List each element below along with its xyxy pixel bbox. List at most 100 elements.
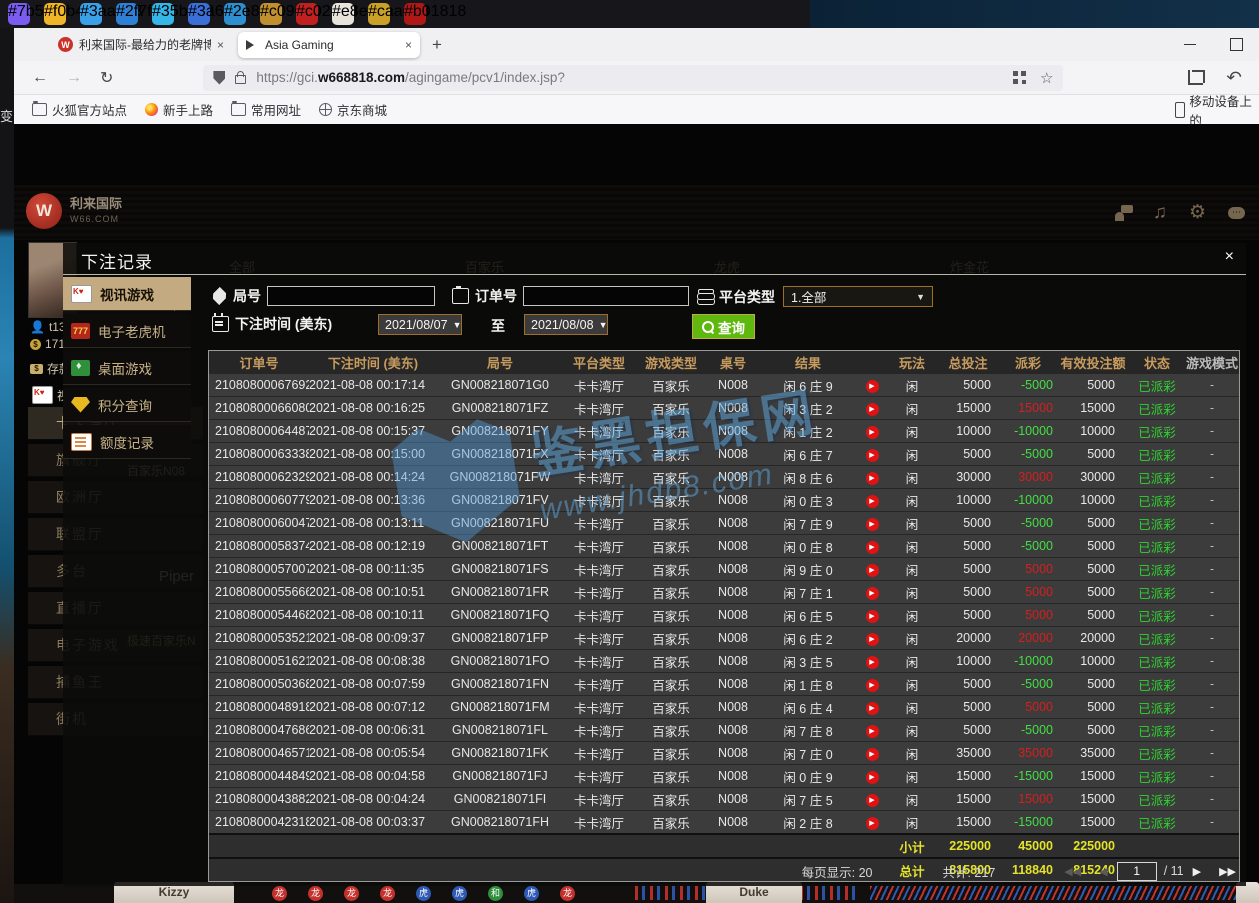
bookmark-item-mobile[interactable]: 移动设备上的 — [1175, 91, 1259, 129]
music-icon[interactable]: ♫ — [1153, 202, 1167, 224]
last-page-button[interactable]: ▶▶ — [1219, 865, 1236, 878]
search-button[interactable]: 查询 — [692, 314, 755, 339]
play-video-button[interactable]: ▶ — [866, 380, 879, 393]
platform-icon — [698, 289, 713, 305]
date-to-select[interactable]: 2021/08/08 ▼ — [524, 314, 608, 335]
dialog-menu-item[interactable]: 视讯游戏 — [63, 277, 191, 311]
table-cell: 210808000556665 — [209, 585, 309, 599]
date-from-select[interactable]: 2021/08/07 ▼ — [378, 314, 462, 335]
play-video-button[interactable]: ▶ — [866, 610, 879, 623]
bookmark-item[interactable]: 新手上路 — [145, 100, 213, 119]
site-logo[interactable]: W 利来国际 W66.COM — [26, 193, 122, 229]
dialog-menu-item[interactable]: 电子老虎机 — [63, 314, 191, 348]
back-button[interactable]: ← — [32, 69, 48, 87]
desktop-app-icon[interactable]: #3aa0e8 — [80, 3, 102, 25]
play-video-button[interactable]: ▶ — [866, 541, 879, 554]
table-cell: 210808000623292 — [209, 470, 309, 484]
play-video-button[interactable]: ▶ — [866, 702, 879, 715]
desktop-app-icon[interactable]: #7b5cf0 — [8, 3, 30, 25]
new-tab-button[interactable]: + — [432, 35, 442, 55]
desktop-app-icon[interactable]: #e8e4dc — [332, 3, 354, 25]
url-prefix: https://gci. — [256, 70, 318, 85]
url-bar[interactable]: https://gci.w668818.com/agingame/pcv1/in… — [203, 65, 1063, 91]
desktop-app-icon[interactable]: #2e8fd0 — [224, 3, 246, 25]
platform-select[interactable]: 1.全部 ▼ — [783, 286, 933, 307]
desktop-app-icon[interactable]: #2f7fd4 — [116, 3, 138, 25]
window-minimize-button[interactable] — [1184, 44, 1196, 46]
bookmark-item[interactable]: 京东商城 — [319, 100, 387, 119]
table-cell: 2021-08-08 00:07:12 — [309, 700, 437, 714]
play-video-button[interactable]: ▶ — [866, 449, 879, 462]
reload-button[interactable]: ↻ — [100, 68, 113, 88]
play-video-button[interactable]: ▶ — [866, 403, 879, 416]
table-cell: N008 — [707, 746, 759, 760]
table-cell: 已派彩 — [1129, 468, 1185, 487]
desktop-app-icon[interactable]: #b01818 — [404, 3, 426, 25]
dialog-menu-item[interactable]: 额度记录 — [63, 425, 191, 459]
dialog-menu-item[interactable]: 积分查询 — [63, 388, 191, 422]
screenshot-icon[interactable] — [1188, 70, 1203, 85]
desktop-app-icon[interactable]: #3a6fd8 — [188, 3, 210, 25]
forward-button[interactable]: → — [66, 69, 82, 87]
dialog-menu-item[interactable]: 桌面游戏 — [63, 351, 191, 385]
customer-service-icon[interactable] — [1115, 205, 1131, 221]
table-cell: - — [1185, 424, 1239, 438]
table-cell: 已派彩 — [1129, 491, 1185, 510]
table-cell: - — [1185, 700, 1239, 714]
desktop-app-icon[interactable]: #35b5e8 — [152, 3, 174, 25]
table-row: 2108080005036802021-08-08 00:07:59GN0082… — [209, 672, 1239, 695]
page-number-input[interactable]: 1 — [1117, 862, 1157, 881]
chat-bubble-icon[interactable]: ⋯ — [1228, 207, 1245, 219]
lock-icon[interactable] — [235, 75, 246, 84]
table-cell: 5000 — [937, 700, 999, 714]
tab-close-icon[interactable]: × — [405, 38, 412, 52]
table-cell: 卡卡湾厅 — [563, 675, 635, 694]
close-icon[interactable]: × — [1225, 248, 1234, 266]
next-page-button[interactable]: ▶ — [1193, 865, 1201, 878]
bookmark-item[interactable]: 火狐官方站点 — [32, 100, 127, 119]
qr-code-icon[interactable] — [1013, 71, 1026, 84]
desktop-app-icon[interactable]: #c09030 — [260, 3, 282, 25]
table-cell: 5000 — [999, 585, 1057, 599]
table-cell: 闲 7 庄 5 — [759, 790, 857, 809]
bookmark-star-icon[interactable]: ☆ — [1040, 69, 1053, 87]
audio-playing-icon[interactable] — [246, 40, 259, 50]
play-video-button[interactable]: ▶ — [866, 426, 879, 439]
play-video-button[interactable]: ▶ — [866, 748, 879, 761]
table-cell: 百家乐 — [635, 560, 707, 579]
play-video-button[interactable]: ▶ — [866, 495, 879, 508]
play-video-button[interactable]: ▶ — [866, 518, 879, 531]
play-video-button[interactable]: ▶ — [866, 656, 879, 669]
tab-asia-gaming[interactable]: Asia Gaming × — [238, 32, 420, 58]
platform-selected-value: 1.全部 — [791, 287, 826, 306]
play-video-button[interactable]: ▶ — [866, 564, 879, 577]
play-video-button[interactable]: ▶ — [866, 725, 879, 738]
tab-w88[interactable]: W 利来国际-最给力的老牌博彩网站 × — [50, 32, 232, 58]
table-cell: 闲 3 庄 5 — [759, 652, 857, 671]
undo-icon[interactable]: ↶ — [1226, 68, 1242, 88]
prev-page-button[interactable]: ◀ — [1099, 865, 1107, 878]
desktop-app-icon[interactable]: #c02020 — [296, 3, 318, 25]
first-page-button[interactable]: ◀◀ — [1064, 865, 1081, 878]
table-row: 2108080004484962021-08-08 00:04:58GN0082… — [209, 764, 1239, 787]
desktop-app-icon[interactable]: #f0b429 — [44, 3, 66, 25]
settings-gear-icon[interactable]: ⚙ — [1189, 201, 1206, 224]
play-video-button[interactable]: ▶ — [866, 587, 879, 600]
header-cell: 玩法 — [887, 353, 937, 372]
desktop-app-icon[interactable]: #caa028 — [368, 3, 390, 25]
play-video-button[interactable]: ▶ — [866, 817, 879, 830]
bookmark-item[interactable]: 常用网址 — [231, 100, 301, 119]
play-video-button[interactable]: ▶ — [866, 633, 879, 646]
window-maximize-button[interactable] — [1230, 38, 1243, 51]
play-video-button[interactable]: ▶ — [866, 771, 879, 784]
round-input[interactable] — [267, 286, 435, 306]
play-cell: ▶ — [857, 630, 887, 646]
play-video-button[interactable]: ▶ — [866, 679, 879, 692]
bookmark-icon — [231, 103, 246, 116]
play-video-button[interactable]: ▶ — [866, 472, 879, 485]
order-input[interactable] — [523, 286, 689, 306]
tracking-protection-icon[interactable] — [213, 71, 225, 85]
header-cell: 有效投注额 — [1057, 353, 1129, 372]
tab-close-icon[interactable]: × — [217, 38, 224, 52]
play-video-button[interactable]: ▶ — [866, 794, 879, 807]
